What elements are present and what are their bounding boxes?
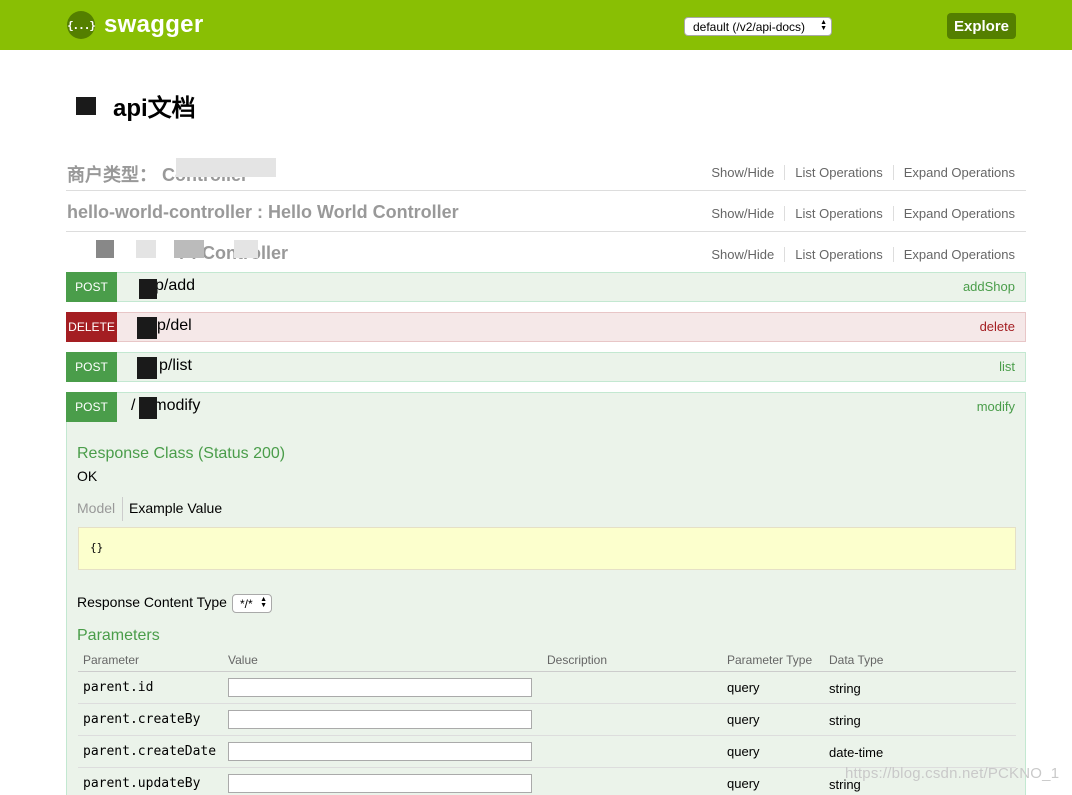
list-operations-link[interactable]: List Operations: [785, 206, 894, 221]
select-arrows-icon: ▲ ▼: [260, 596, 267, 609]
operation-summary[interactable]: modify: [977, 399, 1015, 414]
table-row: parent.id query string: [78, 671, 1016, 704]
operation-modify[interactable]: POST / p/modify modify: [66, 392, 1026, 423]
param-value-input[interactable]: [228, 709, 532, 729]
param-value-input[interactable]: [228, 741, 532, 761]
page-title: api文档: [113, 95, 196, 122]
param-name: parent.updateBy: [78, 767, 223, 795]
resource-actions: Show/Hide List Operations Expand Operati…: [701, 247, 1015, 262]
api-spec-select-value: default (/v2/api-docs): [693, 19, 806, 34]
table-row: parent.createDate query date-time: [78, 735, 1016, 768]
response-class-heading: Response Class (Status 200): [77, 445, 286, 462]
swagger-logo-icon: {...}: [67, 11, 96, 39]
operation-list[interactable]: POST p/list list: [66, 352, 1026, 382]
http-method-badge: POST: [66, 272, 117, 302]
response-class-value: OK: [77, 468, 98, 484]
data-type: string: [824, 703, 1016, 736]
expand-operations-link[interactable]: Expand Operations: [894, 247, 1015, 262]
table-header-row: Parameter Value Description Parameter Ty…: [78, 650, 1016, 672]
operation-delete[interactable]: DELETE p/del delete: [66, 312, 1026, 342]
logo-text: swagger: [104, 11, 204, 38]
example-value-code: {}: [90, 541, 104, 554]
expand-operations-link[interactable]: Expand Operations: [894, 206, 1015, 221]
watermark: https://blog.csdn.net/PCKNO_1: [845, 765, 1060, 782]
redaction-block: [76, 97, 96, 115]
http-method-badge: POST: [66, 352, 117, 382]
tab-divider: [122, 497, 123, 521]
response-content-type-value: */*: [240, 596, 253, 611]
operation-summary[interactable]: addShop: [963, 279, 1015, 294]
show-hide-link[interactable]: Show/Hide: [701, 165, 786, 180]
param-name: parent.createBy: [78, 703, 223, 736]
column-header: Data Type: [824, 650, 1016, 672]
redaction-block: [234, 240, 258, 258]
resource-actions: Show/Hide List Operations Expand Operati…: [701, 165, 1015, 180]
column-header: Parameter: [78, 650, 223, 672]
redaction-block: [139, 397, 157, 419]
param-value-cell: [223, 767, 542, 795]
param-type: query: [722, 735, 824, 768]
column-header: Value: [223, 650, 542, 672]
redaction-block: [137, 317, 157, 339]
param-type: query: [722, 671, 824, 704]
select-arrows-icon: ▲ ▼: [820, 19, 827, 32]
parameters-heading: Parameters: [77, 627, 160, 644]
param-value-input[interactable]: [228, 773, 532, 793]
redaction-block: [136, 240, 156, 258]
swagger-logo[interactable]: {...} swagger: [67, 11, 203, 39]
resource-name[interactable]: hello-world-controller : Hello World Con…: [67, 202, 459, 223]
example-value-box[interactable]: {}: [78, 527, 1016, 570]
api-spec-select[interactable]: default (/v2/api-docs) ▲ ▼: [684, 17, 832, 36]
response-content-type-label: Response Content Type: [77, 594, 227, 610]
param-description: [542, 767, 722, 795]
resource-merchant-type: 商户类型： Controller Show/Hide List Operatio…: [66, 150, 1026, 191]
resource-shop: r : Controller Show/Hide List Operations…: [66, 232, 1026, 273]
show-hide-link[interactable]: Show/Hide: [701, 206, 786, 221]
param-type: query: [722, 767, 824, 795]
operation-summary[interactable]: delete: [980, 319, 1015, 334]
list-operations-link[interactable]: List Operations: [785, 165, 894, 180]
resource-hello-world: hello-world-controller : Hello World Con…: [66, 191, 1026, 232]
example-value-tab[interactable]: Example Value: [129, 500, 222, 516]
column-header: Parameter Type: [722, 650, 824, 672]
data-type: string: [824, 671, 1016, 704]
expand-operations-link[interactable]: Expand Operations: [894, 165, 1015, 180]
param-description: [542, 703, 722, 736]
explore-button[interactable]: Explore: [947, 13, 1016, 39]
redaction-block: [96, 240, 114, 258]
redaction-block: [176, 158, 276, 177]
table-row: parent.createBy query string: [78, 703, 1016, 736]
param-description: [542, 671, 722, 704]
resource-actions: Show/Hide List Operations Expand Operati…: [701, 206, 1015, 221]
param-description: [542, 735, 722, 768]
redaction-block: [139, 279, 157, 299]
param-name: parent.createDate: [78, 735, 223, 768]
http-method-badge: POST: [66, 392, 117, 422]
http-method-badge: DELETE: [66, 312, 117, 342]
redaction-block: [174, 240, 204, 258]
operation-summary[interactable]: list: [999, 359, 1015, 374]
operation-add-shop[interactable]: POST p/add addShop: [66, 272, 1026, 302]
show-hide-link[interactable]: Show/Hide: [701, 247, 786, 262]
redaction-block: [137, 357, 157, 379]
list-operations-link[interactable]: List Operations: [785, 247, 894, 262]
response-content-type-select[interactable]: */* ▲ ▼: [232, 594, 272, 613]
param-name: parent.id: [78, 671, 223, 704]
operation-path[interactable]: p/list: [159, 357, 192, 375]
operation-path[interactable]: p/del: [157, 317, 192, 335]
param-value-cell: [223, 703, 542, 736]
param-type: query: [722, 703, 824, 736]
column-header: Description: [542, 650, 722, 672]
operation-details: Response Class (Status 200) OK Model Exa…: [66, 422, 1026, 795]
top-bar: {...} swagger default (/v2/api-docs) ▲ ▼ …: [0, 0, 1072, 50]
param-value-input[interactable]: [228, 677, 532, 697]
param-value-cell: [223, 735, 542, 768]
model-tab[interactable]: Model: [77, 500, 115, 516]
data-type: date-time: [824, 735, 1016, 768]
operation-path[interactable]: p/add: [155, 277, 195, 295]
param-value-cell: [223, 671, 542, 704]
